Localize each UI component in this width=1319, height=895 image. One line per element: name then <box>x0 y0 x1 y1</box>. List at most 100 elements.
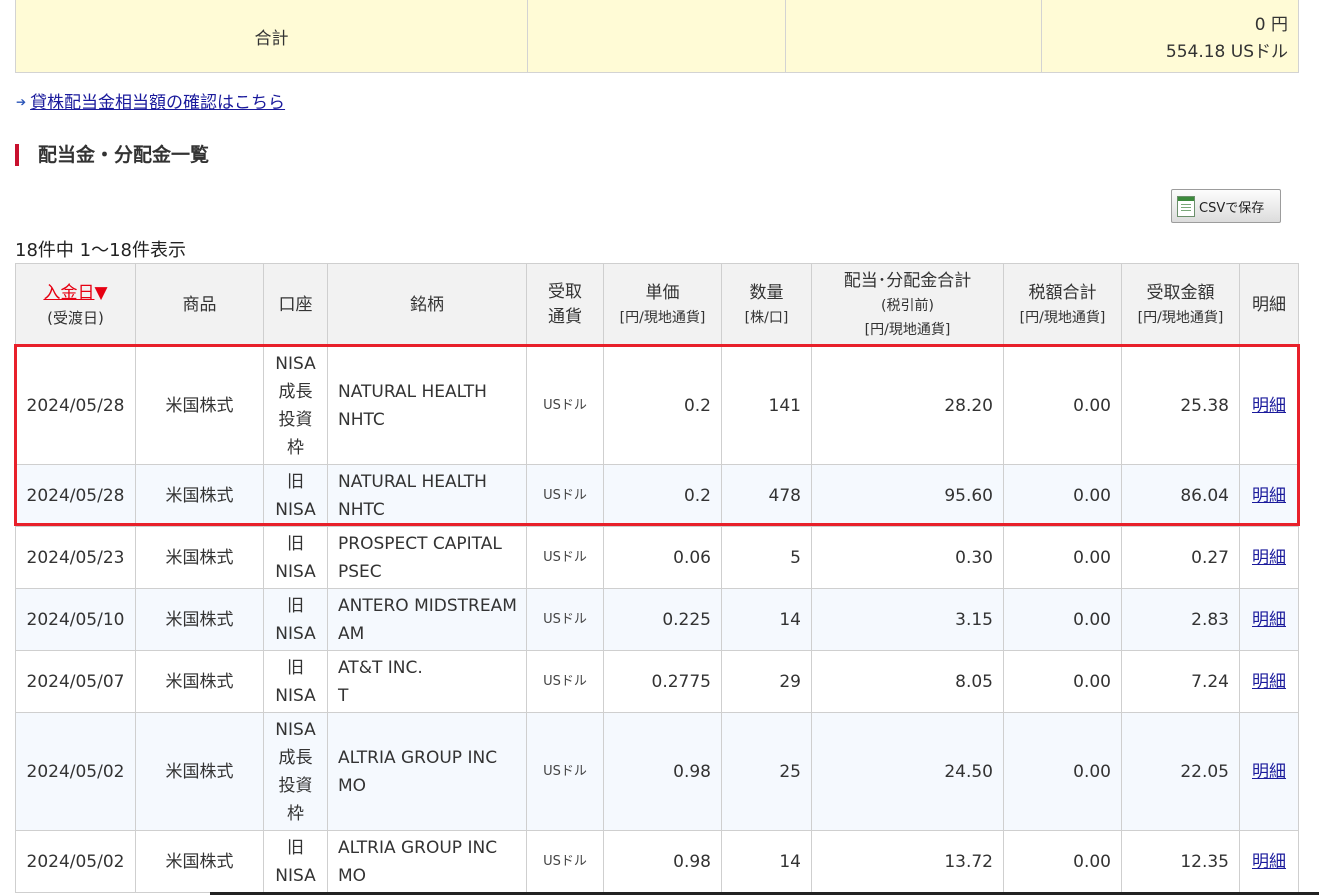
header-quantity: 数量 [株/口] <box>721 263 812 347</box>
account-line: 枠 <box>287 803 304 824</box>
header-total-sub1: (税引前) <box>881 297 934 314</box>
cell-currency: USドル <box>526 464 604 527</box>
summary-amount-usd: 554.18 USドル <box>1165 42 1288 62</box>
account-line: NISA <box>275 623 316 644</box>
stock-ticker: NHTC <box>338 499 385 520</box>
lending-dividend-link-row: ➔ 貸株配当金相当額の確認はこちら <box>16 88 285 113</box>
stock-ticker: MO <box>338 865 367 886</box>
account-line: 投資 <box>278 775 313 796</box>
cell-unit-price: 0.2 <box>603 346 722 465</box>
sort-by-date-link[interactable]: 入金日▼ <box>43 283 107 303</box>
cell-unit-price: 0.98 <box>603 830 722 893</box>
cell-tax: 0.00 <box>1003 526 1122 589</box>
cell-date: 2024/05/28 <box>15 346 136 465</box>
stock-name: AT&T INC. <box>338 657 423 678</box>
table-header-row: 入金日▼ (受渡日) 商品 口座 銘柄 受取 通貨 単価 [円/現地通貨] 数量… <box>15 263 1299 347</box>
cell-tax: 0.00 <box>1003 650 1122 713</box>
stock-name: ALTRIA GROUP INC <box>338 837 498 858</box>
summary-amount: 0 円 554.18 USドル <box>1041 0 1299 73</box>
cell-quantity: 29 <box>721 650 812 713</box>
cell-tax: 0.00 <box>1003 830 1122 893</box>
account-line: 成長 <box>278 381 313 402</box>
cell-received: 22.05 <box>1121 712 1240 831</box>
table-row: 2024/05/10 米国株式 旧 NISA ANTERO MIDSTREAM … <box>15 588 1299 651</box>
cell-currency: USドル <box>526 830 604 893</box>
cell-date: 2024/05/10 <box>15 588 136 651</box>
header-tax-label: 税額合計 <box>1028 282 1097 303</box>
cell-quantity: 25 <box>721 712 812 831</box>
cell-detail: 明細 <box>1239 346 1299 465</box>
header-currency-line1: 受取 <box>548 282 582 302</box>
detail-link[interactable]: 明細 <box>1252 610 1286 630</box>
header-date-sub: (受渡日) <box>47 308 104 327</box>
cell-account: NISA 成長 投資 枠 <box>263 346 328 465</box>
cell-unit-price: 0.06 <box>603 526 722 589</box>
account-line: NISA <box>275 685 316 706</box>
csv-save-button[interactable]: CSVで保存 <box>1171 189 1281 223</box>
table-row: 2024/05/28 米国株式 NISA 成長 投資 枠 NATURAL HEA… <box>15 346 1299 465</box>
cell-date: 2024/05/02 <box>15 712 136 831</box>
cell-received: 86.04 <box>1121 464 1240 527</box>
header-unit-price-sub: [円/現地通貨] <box>619 309 706 326</box>
cell-stock: AT&T INC. T <box>327 650 527 713</box>
account-line: 成長 <box>278 747 313 768</box>
cell-account: 旧 NISA <box>263 464 328 527</box>
dividend-table: 入金日▼ (受渡日) 商品 口座 銘柄 受取 通貨 単価 [円/現地通貨] 数量… <box>15 263 1299 893</box>
account-line: NISA <box>275 719 316 740</box>
cell-product: 米国株式 <box>135 830 264 893</box>
section-title: 配当金・分配金一覧 <box>15 144 209 166</box>
header-currency: 受取 通貨 <box>526 263 604 347</box>
detail-link[interactable]: 明細 <box>1252 672 1286 692</box>
cell-stock: ALTRIA GROUP INC MO <box>327 830 527 893</box>
cell-date: 2024/05/07 <box>15 650 136 713</box>
header-tax-sub: [円/現地通貨] <box>1019 309 1106 326</box>
table-row: 2024/05/02 米国株式 NISA 成長 投資 枠 ALTRIA GROU… <box>15 712 1299 831</box>
cell-tax: 0.00 <box>1003 464 1122 527</box>
cell-product: 米国株式 <box>135 526 264 589</box>
cell-date: 2024/05/23 <box>15 526 136 589</box>
cell-tax: 0.00 <box>1003 588 1122 651</box>
detail-link[interactable]: 明細 <box>1252 396 1286 416</box>
stock-name: NATURAL HEALTH <box>338 381 487 402</box>
account-line: 旧 <box>287 837 304 858</box>
cell-received: 0.27 <box>1121 526 1240 589</box>
cell-product: 米国株式 <box>135 464 264 527</box>
cell-quantity: 141 <box>721 346 812 465</box>
cell-quantity: 14 <box>721 830 812 893</box>
lending-dividend-link[interactable]: 貸株配当金相当額の確認はこちら <box>30 93 285 113</box>
cell-total: 95.60 <box>811 464 1004 527</box>
detail-link[interactable]: 明細 <box>1252 548 1286 568</box>
account-line: 旧 <box>287 533 304 554</box>
cell-received: 7.24 <box>1121 650 1240 713</box>
cell-detail: 明細 <box>1239 830 1299 893</box>
detail-link[interactable]: 明細 <box>1252 852 1286 872</box>
spreadsheet-icon <box>1177 195 1195 217</box>
detail-link[interactable]: 明細 <box>1252 486 1286 506</box>
cell-detail: 明細 <box>1239 650 1299 713</box>
account-line: 旧 <box>287 471 304 492</box>
cell-stock: ANTERO MIDSTREAM AM <box>327 588 527 651</box>
header-received: 受取金額 [円/現地通貨] <box>1121 263 1240 347</box>
cell-detail: 明細 <box>1239 526 1299 589</box>
cell-detail: 明細 <box>1239 588 1299 651</box>
cell-currency: USドル <box>526 526 604 589</box>
cell-total: 3.15 <box>811 588 1004 651</box>
account-line: 旧 <box>287 657 304 678</box>
cell-product: 米国株式 <box>135 346 264 465</box>
summary-row: 合計 0 円 554.18 USドル <box>15 0 1299 73</box>
table-row: 2024/05/23 米国株式 旧 NISA PROSPECT CAPITAL … <box>15 526 1299 589</box>
stock-name: ALTRIA GROUP INC <box>338 747 498 768</box>
account-line: 旧 <box>287 595 304 616</box>
account-line: NISA <box>275 561 316 582</box>
cell-account: NISA 成長 投資 枠 <box>263 712 328 831</box>
cell-currency: USドル <box>526 712 604 831</box>
header-currency-line2: 通貨 <box>548 307 582 327</box>
cell-product: 米国株式 <box>135 588 264 651</box>
cell-quantity: 478 <box>721 464 812 527</box>
cell-total: 13.72 <box>811 830 1004 893</box>
detail-link[interactable]: 明細 <box>1252 762 1286 782</box>
sort-desc-icon: ▼ <box>94 282 108 303</box>
cell-currency: USドル <box>526 346 604 465</box>
cell-account: 旧 NISA <box>263 526 328 589</box>
cell-account: 旧 NISA <box>263 650 328 713</box>
